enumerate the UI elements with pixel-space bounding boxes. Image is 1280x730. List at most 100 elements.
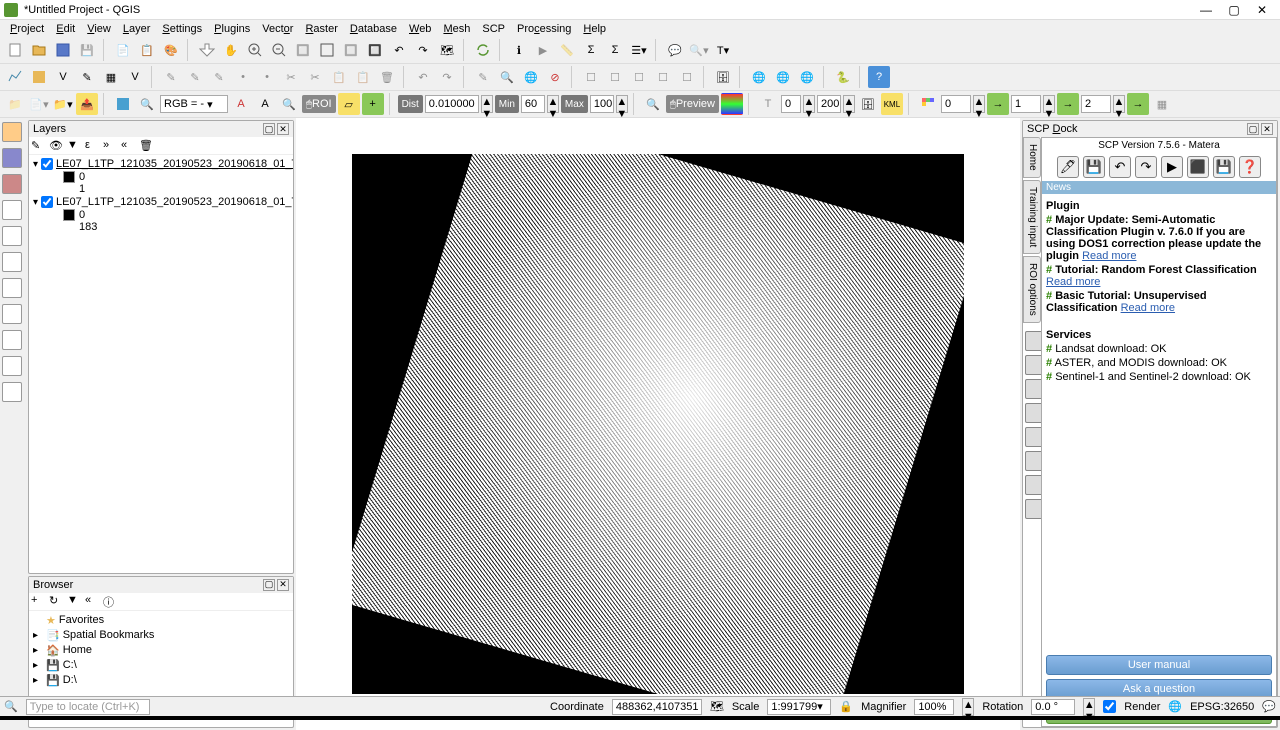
- rotation-spinner[interactable]: ▲▼: [1083, 698, 1095, 716]
- menu-scp[interactable]: SCP: [476, 22, 511, 36]
- user-manual-button[interactable]: User manual: [1046, 655, 1272, 675]
- help-button[interactable]: ?: [868, 66, 890, 88]
- browser-refresh-icon[interactable]: ↻: [49, 594, 63, 608]
- menu-processing[interactable]: Processing: [511, 22, 577, 36]
- scp-tool-4[interactable]: ↷: [1135, 156, 1157, 178]
- scp-tool-8[interactable]: ❓: [1239, 156, 1261, 178]
- s-input[interactable]: 200: [817, 95, 841, 113]
- identify-button[interactable]: ℹ: [508, 39, 530, 61]
- coord-input[interactable]: 488362,4107351: [612, 699, 702, 715]
- scp-export-button[interactable]: 📤: [76, 93, 98, 115]
- delimited-icon[interactable]: [2, 200, 22, 220]
- scp-tool-5[interactable]: ▶: [1161, 156, 1183, 178]
- globe-search-button[interactable]: 🌐: [772, 66, 794, 88]
- crs-label[interactable]: EPSG:32650: [1190, 701, 1254, 713]
- stop-search-button[interactable]: ⊘: [544, 66, 566, 88]
- scp-tab-roi[interactable]: ROI options: [1023, 256, 1041, 323]
- select-all-button[interactable]: ☐: [652, 66, 674, 88]
- preview-zoom-button[interactable]: 🔍: [642, 93, 664, 115]
- wms-icon[interactable]: [2, 330, 22, 350]
- deselect-button[interactable]: ☐: [628, 66, 650, 88]
- grid2-input[interactable]: 1: [1011, 95, 1041, 113]
- expand-icon[interactable]: ▾: [33, 159, 38, 170]
- read-more-link-2[interactable]: Read more: [1046, 276, 1100, 288]
- final-grid-button[interactable]: ▦: [1151, 93, 1173, 115]
- layer-expr-icon[interactable]: ε: [85, 139, 99, 153]
- layer-item-1[interactable]: ▾ LE07_L1TP_121035_20190523_20190618_01_…: [31, 195, 291, 209]
- t-spinner[interactable]: ▲▼: [803, 95, 815, 113]
- t-input[interactable]: 0: [781, 95, 801, 113]
- grid1-spinner[interactable]: ▲▼: [973, 95, 985, 113]
- roi-poly-button[interactable]: ▱: [338, 93, 360, 115]
- close-button[interactable]: ✕: [1248, 1, 1276, 19]
- metasearch-button[interactable]: 🌐: [748, 66, 770, 88]
- scp-new-button[interactable]: 📄▾: [28, 93, 50, 115]
- paste-features-button[interactable]: 📋: [352, 66, 374, 88]
- rgb-select[interactable]: RGB = - ▾: [160, 95, 228, 113]
- t-icon-button[interactable]: T: [757, 93, 779, 115]
- scp-tool-7[interactable]: 💾: [1213, 156, 1235, 178]
- menu-settings[interactable]: Settings: [156, 22, 208, 36]
- menu-web[interactable]: Web: [403, 22, 437, 36]
- scp-tool-2[interactable]: 💾: [1083, 156, 1105, 178]
- new-project-button[interactable]: [4, 39, 26, 61]
- grid3-spinner[interactable]: ▲▼: [1113, 95, 1125, 113]
- grid1-input[interactable]: 0: [941, 95, 971, 113]
- trash-button[interactable]: 🗑: [376, 66, 398, 88]
- grid2-spinner[interactable]: ▲▼: [1043, 95, 1055, 113]
- search-layer-button[interactable]: 🔍: [496, 66, 518, 88]
- measure-button[interactable]: 📏: [556, 39, 578, 61]
- save-project-button[interactable]: [52, 39, 74, 61]
- read-more-link-1[interactable]: Read more: [1082, 250, 1136, 262]
- add-feature-button[interactable]: ✎: [208, 66, 230, 88]
- print-layout-button[interactable]: 📄: [112, 39, 134, 61]
- menu-vector[interactable]: Vector: [256, 22, 299, 36]
- text-annotation-button[interactable]: T▾: [712, 39, 734, 61]
- dist-spinner[interactable]: ▲▼: [481, 95, 493, 113]
- stats-button[interactable]: Σ: [580, 39, 602, 61]
- osm-button[interactable]: 🌐: [520, 66, 542, 88]
- kml-button[interactable]: KML: [881, 93, 903, 115]
- scale-input[interactable]: 1:991799 ▾: [767, 699, 831, 715]
- new-layer-button[interactable]: V: [124, 66, 146, 88]
- layer-collapse-icon[interactable]: «: [121, 139, 135, 153]
- node-tool-button[interactable]: •: [256, 66, 278, 88]
- browser-collapse-icon[interactable]: «: [85, 594, 99, 608]
- browser-add-icon[interactable]: +: [31, 594, 45, 608]
- browser-close-button[interactable]: ✕: [277, 579, 289, 591]
- move-feature-button[interactable]: •: [232, 66, 254, 88]
- digitize-button[interactable]: ✎: [472, 66, 494, 88]
- zoom-full-button[interactable]: [316, 39, 338, 61]
- oracle-icon[interactable]: [2, 304, 22, 324]
- crs-icon[interactable]: 🌐: [1168, 700, 1182, 713]
- browser-item-favorites[interactable]: ★Favorites: [31, 613, 291, 628]
- db-button[interactable]: 🗄: [857, 93, 879, 115]
- toggle-edit-button[interactable]: ✎: [160, 66, 182, 88]
- edit-grid-button[interactable]: ▦: [100, 66, 122, 88]
- scp-tab-home[interactable]: Home: [1023, 137, 1041, 178]
- style-manager-button[interactable]: 🎨: [160, 39, 182, 61]
- layers-close-button[interactable]: ✕: [277, 123, 289, 135]
- roi-add-button[interactable]: +: [362, 93, 384, 115]
- pan-map-button[interactable]: [196, 39, 218, 61]
- select-by-value-button[interactable]: ☐: [604, 66, 626, 88]
- undo-button[interactable]: ↶: [412, 66, 434, 88]
- scp-tool-6[interactable]: ⬛: [1187, 156, 1209, 178]
- menu-view[interactable]: View: [81, 22, 117, 36]
- redo-button[interactable]: ↷: [436, 66, 458, 88]
- delete-selected-button[interactable]: ✂: [280, 66, 302, 88]
- layer-add-icon[interactable]: 👁: [49, 139, 63, 153]
- zoom-selection-button[interactable]: 🔲: [340, 39, 362, 61]
- cut-features-button[interactable]: ✂: [304, 66, 326, 88]
- magnifier-input[interactable]: 100%: [914, 699, 954, 715]
- dist-input[interactable]: 0.010000: [425, 95, 479, 113]
- spatialite-icon[interactable]: [2, 252, 22, 272]
- s-spinner[interactable]: ▲▼: [843, 95, 855, 113]
- arrow3-button[interactable]: →: [1127, 93, 1149, 115]
- zoom-layer-button[interactable]: 🔲: [364, 39, 386, 61]
- action-button[interactable]: ▶: [532, 39, 554, 61]
- browser-props-icon[interactable]: ⓘ: [103, 594, 117, 608]
- mssql-icon[interactable]: [2, 278, 22, 298]
- mesh-layer-icon[interactable]: [2, 174, 22, 194]
- zoom-next-button[interactable]: ↷: [412, 39, 434, 61]
